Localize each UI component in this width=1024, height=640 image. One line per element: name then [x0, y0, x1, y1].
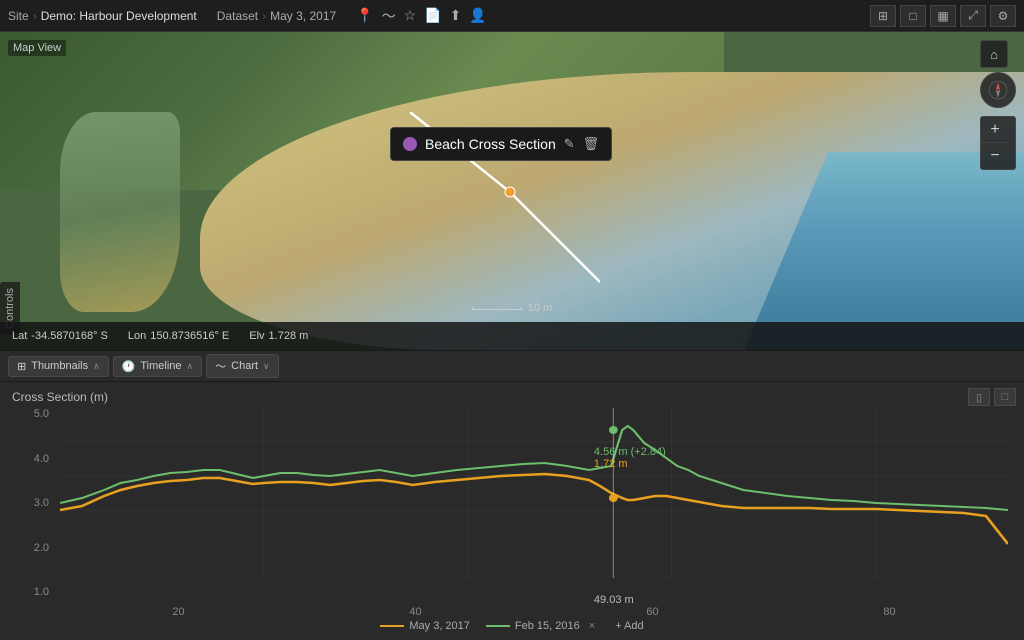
chart-label: Chart	[231, 360, 258, 372]
site-name[interactable]: Demo: Harbour Development	[41, 9, 197, 23]
thumbnails-icon: ⊞	[17, 360, 26, 373]
timeline-button[interactable]: 🕐 Timeline ∧	[113, 356, 202, 377]
grid-2x2-button[interactable]: ⊞	[870, 5, 896, 27]
bottom-toolbar: ⊞ Thumbnails ∧ 🕐 Timeline ∧ 〜 Chart ∨	[0, 350, 1024, 382]
dataset-info: Dataset › May 3, 2017	[217, 9, 336, 23]
legend-item-orange: May 3, 2017	[380, 620, 470, 632]
lat-value: -34.5870168° S	[31, 330, 108, 342]
lat-label: Lat	[12, 330, 27, 342]
zoom-out-button[interactable]: −	[981, 143, 1009, 169]
timeline-arrow: ∧	[187, 361, 194, 372]
chart-arrow: ∨	[263, 361, 270, 372]
settings-button[interactable]: ⚙	[990, 5, 1016, 27]
scale-bar: 10 m	[472, 302, 552, 314]
map-view-label: Map View	[8, 40, 66, 56]
single-view-button[interactable]: □	[900, 5, 926, 27]
scale-line	[472, 307, 522, 310]
expand-button[interactable]: ⤢	[960, 5, 986, 27]
topbar: Site › Demo: Harbour Development Dataset…	[0, 0, 1024, 32]
zoom-in-button[interactable]: +	[981, 117, 1009, 143]
legend-close-button[interactable]: ×	[589, 620, 595, 632]
coordinates-bar: Lat -34.5870168° S Lon 150.8736516° E El…	[0, 322, 1024, 350]
thumbnails-label: Thumbnails	[31, 360, 88, 372]
lon-label: Lon	[128, 330, 146, 342]
map-area[interactable]: Beach Cross Section ✎ 🗑 Map View Control…	[0, 32, 1024, 350]
home-button[interactable]: ⌂	[980, 40, 1008, 68]
map-popup: Beach Cross Section ✎ 🗑	[390, 127, 612, 161]
sidebar-toggle-button[interactable]: ▦	[930, 5, 956, 27]
popup-title: Beach Cross Section	[425, 136, 556, 152]
chart-legend: May 3, 2017 Feb 15, 2016 × + Add	[0, 614, 1024, 638]
thumbnails-arrow: ∧	[93, 361, 100, 372]
breadcrumb-sep1: ›	[33, 9, 37, 23]
export-icon[interactable]: ⬆	[450, 7, 462, 24]
y-label-4: 4.0	[34, 453, 49, 465]
chart-expand-button[interactable]: □	[994, 388, 1016, 406]
dataset-name[interactable]: May 3, 2017	[270, 9, 336, 23]
top-right-icons: ⊞ □ ▦ ⤢ ⚙	[870, 5, 1016, 27]
elv-label: Elv	[249, 330, 264, 342]
river-channel	[60, 112, 180, 312]
add-dataset-button[interactable]: + Add	[615, 620, 643, 632]
popup-marker-dot	[403, 137, 417, 151]
x-position-label: 49.03 m	[594, 594, 634, 606]
y-axis: 5.0 4.0 3.0 2.0 1.0	[0, 408, 55, 598]
y-label-2: 2.0	[34, 542, 49, 554]
chart-title: Cross Section (m)	[0, 390, 1024, 408]
y-label-5: 5.0	[34, 408, 49, 420]
chart-svg[interactable]	[60, 408, 1008, 578]
site-label: Site	[8, 9, 29, 23]
thumbnails-button[interactable]: ⊞ Thumbnails ∧	[8, 356, 109, 377]
star-icon[interactable]: ☆	[404, 7, 417, 24]
chart-container: 5.0 4.0 3.0 2.0 1.0	[0, 408, 1024, 628]
popup-delete-icon[interactable]: 🗑	[583, 136, 600, 152]
polyline-icon[interactable]: 〜	[382, 6, 396, 26]
location-pin-icon[interactable]: 📍	[356, 7, 373, 24]
legend-item-green: Feb 15, 2016 ×	[486, 620, 595, 632]
y-label-1: 1.0	[34, 586, 49, 598]
top-icons: 📍 〜 ☆ 📄 ⬆ 👤	[356, 6, 487, 26]
legend-label-orange: May 3, 2017	[409, 620, 470, 632]
popup-edit-icon[interactable]: ✎	[564, 136, 575, 152]
chart-split-button[interactable]: ▯	[968, 388, 990, 406]
chart-area: Cross Section (m) ▯ □ 5.0 4.0 3.0 2.0 1.…	[0, 382, 1024, 640]
y-label-3: 3.0	[34, 497, 49, 509]
chart-button[interactable]: 〜 Chart ∨	[206, 354, 279, 378]
lon-coord: Lon 150.8736516° E	[128, 330, 229, 342]
dataset-label: Dataset	[217, 9, 258, 23]
zoom-controls: + −	[980, 116, 1016, 170]
timeline-icon: 🕐	[122, 360, 136, 373]
users-icon[interactable]: 👤	[469, 7, 486, 24]
dataset-sep: ›	[262, 9, 266, 23]
compass-button[interactable]	[980, 72, 1016, 108]
elv-value: 1.728 m	[269, 330, 309, 342]
chart-overlay-icons: ▯ □	[968, 388, 1016, 406]
legend-label-green: Feb 15, 2016	[515, 620, 580, 632]
scale-label: 10 m	[528, 302, 552, 314]
lat-coord: Lat -34.5870168° S	[12, 330, 108, 342]
legend-line-orange	[380, 625, 404, 627]
legend-line-green	[486, 625, 510, 627]
pdf-icon[interactable]: 📄	[424, 7, 441, 24]
timeline-label: Timeline	[140, 360, 181, 372]
breadcrumb: Site › Demo: Harbour Development	[8, 9, 197, 23]
lon-value: 150.8736516° E	[150, 330, 229, 342]
chart-icon: 〜	[215, 358, 226, 374]
map-controls-right: ⌂ + −	[980, 40, 1016, 170]
elv-coord: Elv 1.728 m	[249, 330, 308, 342]
